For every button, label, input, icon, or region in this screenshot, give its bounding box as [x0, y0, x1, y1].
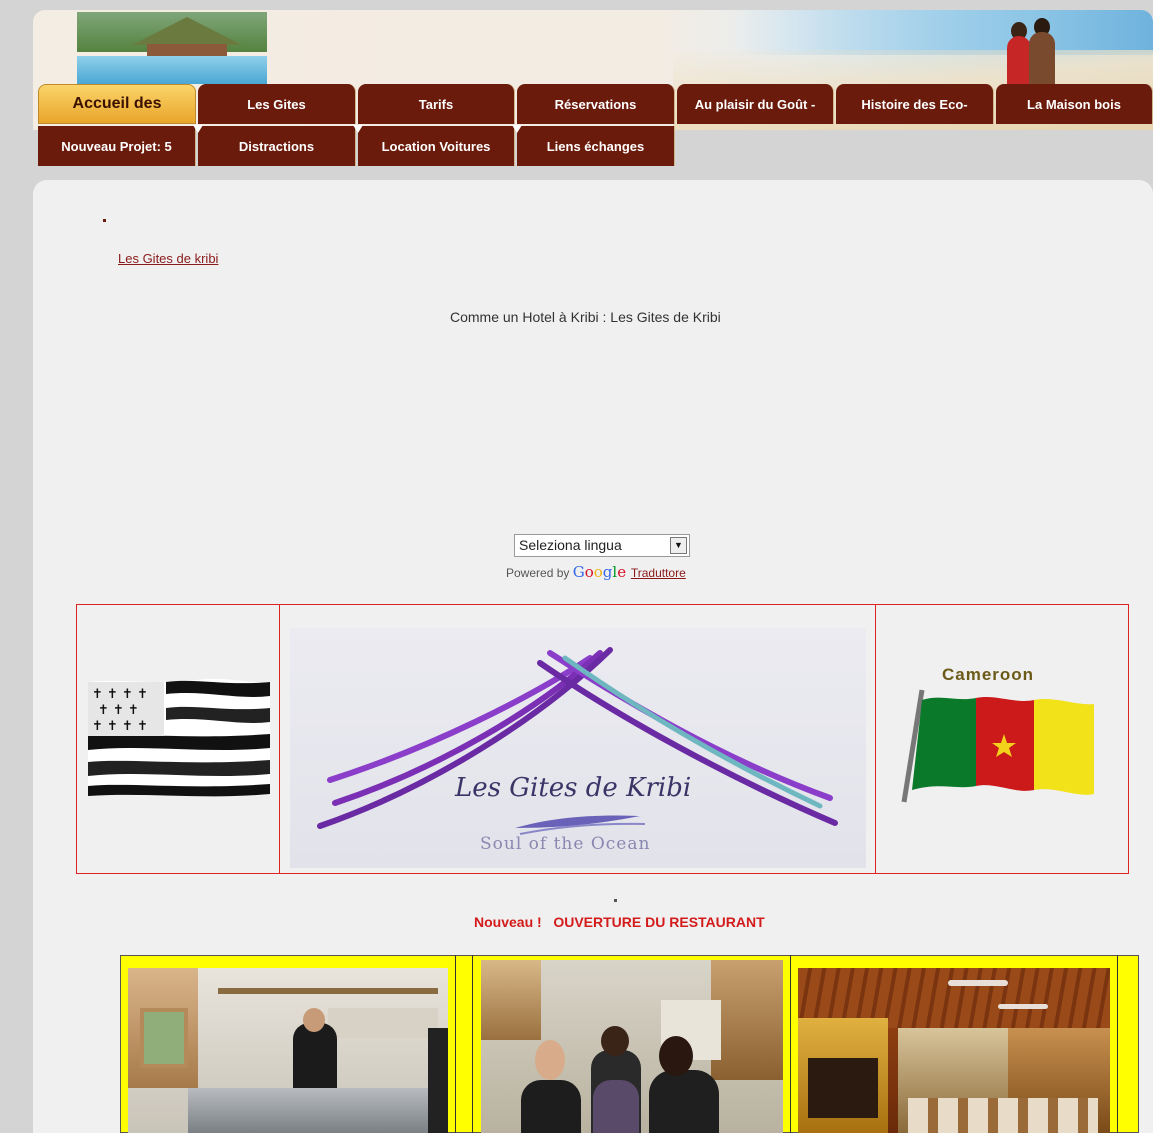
- breton-flag-image: ✝ ✝ ✝ ✝ ✝ ✝ ✝ ✝ ✝ ✝ ✝: [88, 678, 270, 797]
- cameroon-flag-image: [901, 689, 1094, 803]
- powered-by-google: Powered by Google Traduttore: [506, 563, 686, 581]
- cameroon-label: Cameroon: [942, 665, 1035, 684]
- header-thumbnail-image: [77, 12, 267, 84]
- tab-accueil[interactable]: Accueil des: [38, 84, 196, 124]
- svg-text:✝ ✝ ✝: ✝ ✝ ✝: [98, 703, 139, 718]
- tab-notch: [512, 125, 522, 133]
- table-divider: [875, 605, 876, 873]
- gites-logo-image: Les Gites de Kribi Soul of the Ocean: [290, 628, 866, 868]
- tab-plaisir-du-gout[interactable]: Au plaisir du Goût -: [677, 84, 834, 124]
- tab-notch: [193, 125, 203, 133]
- bullet-dot: [103, 219, 106, 222]
- table-divider: [279, 605, 280, 873]
- restaurant-hall-photo: [798, 968, 1110, 1133]
- sea-graphic: [733, 10, 1153, 55]
- tab-nouveau-projet[interactable]: Nouveau Projet: 5: [38, 126, 196, 166]
- logo-roof-icon: [317, 647, 838, 835]
- tab-location-voitures[interactable]: Location Voitures: [358, 126, 515, 166]
- tab-distractions[interactable]: Distractions: [198, 126, 356, 166]
- chevron-down-icon[interactable]: ▼: [670, 537, 687, 554]
- tab-les-gites[interactable]: Les Gites: [198, 84, 356, 124]
- tab-reservations[interactable]: Réservations: [517, 84, 675, 124]
- tab-histoire[interactable]: Histoire des Eco-: [836, 84, 994, 124]
- bullet-dot: [614, 899, 617, 902]
- table-divider: [455, 955, 456, 1133]
- logo-title: Les Gites de Kribi: [455, 773, 692, 803]
- tab-liens-echanges[interactable]: Liens échanges: [517, 126, 675, 166]
- google-logo: Google: [572, 563, 627, 581]
- language-select[interactable]: Seleziona lingua ▼: [514, 534, 690, 557]
- tab-notch: [353, 125, 363, 133]
- traduttore-link[interactable]: Traduttore: [631, 566, 686, 580]
- svg-text:✝ ✝ ✝ ✝: ✝ ✝ ✝ ✝: [92, 687, 148, 702]
- svg-text:✝ ✝ ✝ ✝: ✝ ✝ ✝ ✝: [92, 719, 148, 734]
- powered-prefix: Powered by: [506, 566, 570, 580]
- table-divider: [472, 955, 473, 1133]
- couple-image: [999, 18, 1069, 90]
- les-gites-link[interactable]: Les Gites de kribi: [118, 251, 218, 266]
- restaurant-announcement: Nouveau ! OUVERTURE DU RESTAURANT: [474, 914, 765, 930]
- table-divider: [790, 955, 791, 1133]
- tab-maison-bois[interactable]: La Maison bois: [996, 84, 1153, 124]
- page: Accueil des Les Gites Tarifs Réservation…: [0, 0, 1153, 1133]
- tab-tarifs[interactable]: Tarifs: [358, 84, 515, 124]
- staff-photo: [481, 960, 783, 1133]
- kitchen-photo: [128, 968, 448, 1133]
- logo-subtitle: Soul of the Ocean: [480, 834, 651, 854]
- language-select-value: Seleziona lingua: [519, 537, 622, 553]
- page-subtitle: Comme un Hotel à Kribi : Les Gites de Kr…: [450, 309, 721, 325]
- table-divider: [1117, 955, 1118, 1133]
